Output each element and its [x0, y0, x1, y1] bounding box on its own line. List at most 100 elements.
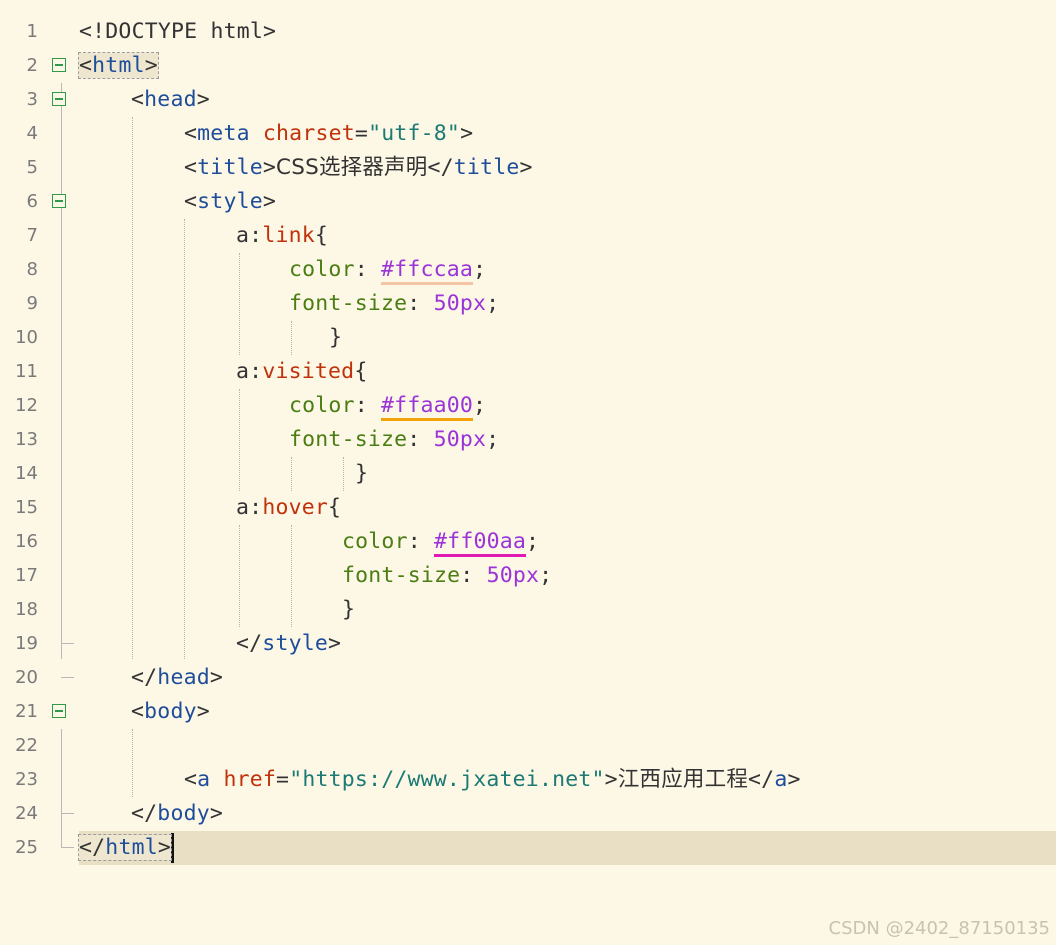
code-line[interactable]: 19 </style> — [0, 627, 1056, 661]
code-line[interactable]: 21 <body> — [0, 695, 1056, 729]
color-value-swatch: #ffaa00 — [381, 393, 474, 421]
code-text[interactable]: <!DOCTYPE html> — [79, 15, 276, 49]
code-line[interactable]: 3 <head> — [0, 83, 1056, 117]
closing-brace: } — [329, 325, 343, 350]
tag-name: a — [774, 767, 788, 792]
current-line[interactable]: 25 </html> — [15, 831, 1056, 865]
attribute-name: charset — [262, 121, 355, 146]
line-number: 11 — [15, 361, 38, 382]
code-line[interactable]: 22 — [0, 729, 1056, 763]
code-text[interactable]: a:link{ — [236, 219, 328, 253]
text-cursor — [171, 833, 175, 863]
code-line[interactable]: 8 color: #ffccaa; — [0, 253, 1056, 287]
css-property: color — [289, 393, 355, 418]
watermark: CSDN @2402_87150135 — [828, 918, 1050, 939]
pseudo-class: link — [262, 223, 315, 248]
css-property: color — [342, 529, 408, 554]
fold-end-marker — [61, 677, 74, 678]
color-value-swatch: #ff00aa — [434, 529, 527, 557]
fold-end-marker — [61, 643, 74, 644]
code-text[interactable]: <html> — [78, 49, 159, 83]
code-text[interactable]: color: #ffaa00; — [289, 389, 486, 423]
line-number: 20 — [15, 667, 38, 688]
color-value-swatch: #ffccaa — [381, 257, 474, 285]
code-line[interactable]: 14 } — [0, 457, 1056, 491]
matched-tag-highlight: <html> — [78, 52, 159, 79]
code-line[interactable]: 6 <style> — [0, 185, 1056, 219]
code-text[interactable]: color: #ff00aa; — [342, 525, 539, 559]
tag-name: style — [197, 189, 263, 214]
code-text[interactable]: font-size: 50px; — [289, 423, 499, 457]
fold-collapse-icon[interactable] — [52, 704, 66, 718]
code-editor[interactable]: 1 <!DOCTYPE html> 2 <html> 3 <head> 4 <m… — [0, 15, 1056, 865]
code-text[interactable]: <meta charset="utf-8"> — [184, 117, 473, 151]
tag-name: a — [197, 767, 211, 792]
fold-end-marker — [61, 813, 74, 814]
code-text[interactable]: <body> — [131, 695, 210, 729]
code-text[interactable]: a:hover{ — [236, 491, 341, 525]
code-text[interactable]: } — [329, 321, 342, 355]
code-text[interactable]: } — [355, 457, 368, 491]
css-property: font-size — [289, 427, 408, 452]
line-number: 16 — [15, 531, 38, 552]
link-text: 江西应用工程 — [617, 767, 749, 792]
tag-name: head — [157, 665, 210, 690]
code-line[interactable]: 7 a:link{ — [0, 219, 1056, 253]
code-line[interactable]: 20 </head> — [0, 661, 1056, 695]
attribute-name: href — [223, 767, 277, 792]
code-text[interactable]: } — [342, 593, 355, 627]
line-number: 1 — [26, 21, 38, 42]
code-line[interactable]: 12 color: #ffaa00; — [0, 389, 1056, 423]
css-property: color — [289, 257, 355, 282]
selector-element: a — [236, 223, 250, 248]
code-text[interactable]: <title>CSS选择器声明</title> — [184, 151, 533, 185]
code-line[interactable]: 13 font-size: 50px; — [0, 423, 1056, 457]
code-text[interactable]: font-size: 50px; — [289, 287, 499, 321]
pseudo-class: visited — [262, 359, 355, 384]
code-text[interactable]: </body> — [131, 797, 223, 831]
tag-name: meta — [197, 121, 250, 146]
code-line[interactable]: 10 } — [0, 321, 1056, 355]
code-text[interactable]: </html> — [77, 831, 175, 865]
code-line[interactable]: 11 a:visited{ — [0, 355, 1056, 389]
code-line[interactable]: 1 <!DOCTYPE html> — [0, 15, 1056, 49]
code-line[interactable]: 23 <a href="https://www.jxatei.net">江西应用… — [0, 763, 1056, 797]
code-line[interactable]: 9 font-size: 50px; — [0, 287, 1056, 321]
code-text[interactable]: a:visited{ — [236, 355, 367, 389]
code-line[interactable]: 5 <title>CSS选择器声明</title> — [0, 151, 1056, 185]
line-number: 3 — [26, 89, 38, 110]
selector-element: a — [236, 359, 250, 384]
line-number: 24 — [15, 803, 38, 824]
css-value: 50px — [486, 563, 540, 588]
code-text[interactable]: </style> — [236, 627, 341, 661]
fold-collapse-icon[interactable] — [52, 92, 66, 106]
fold-collapse-icon[interactable] — [52, 58, 66, 72]
line-number: 9 — [26, 293, 38, 314]
line-number: 2 — [26, 55, 38, 76]
fold-end-marker — [61, 847, 74, 848]
code-line[interactable]: 24 </body> — [0, 797, 1056, 831]
line-number: 5 — [26, 157, 38, 178]
closing-brace: } — [355, 461, 369, 486]
code-text[interactable]: <a href="https://www.jxatei.net">江西应用工程<… — [184, 763, 801, 797]
code-text[interactable]: <style> — [184, 185, 276, 219]
tag-name: head — [144, 87, 197, 112]
line-number: 4 — [26, 123, 38, 144]
code-line[interactable]: 17 font-size: 50px; — [0, 559, 1056, 593]
code-line[interactable]: 15 a:hover{ — [0, 491, 1056, 525]
code-text[interactable]: </head> — [131, 661, 223, 695]
code-line[interactable]: 16 color: #ff00aa; — [0, 525, 1056, 559]
doctype: <!DOCTYPE html> — [79, 19, 277, 44]
line-number: 14 — [15, 463, 38, 484]
code-text[interactable]: <head> — [131, 83, 210, 117]
tag-name: body — [157, 801, 210, 826]
code-text[interactable]: color: #ffccaa; — [289, 253, 486, 287]
code-line[interactable]: 2 <html> — [0, 49, 1056, 83]
line-number: 12 — [15, 395, 38, 416]
tag-name: html — [105, 835, 158, 860]
code-line[interactable]: 18 } — [0, 593, 1056, 627]
fold-collapse-icon[interactable] — [52, 194, 66, 208]
code-text[interactable]: font-size: 50px; — [342, 559, 552, 593]
tag-name: body — [144, 699, 197, 724]
code-line[interactable]: 4 <meta charset="utf-8"> — [0, 117, 1056, 151]
